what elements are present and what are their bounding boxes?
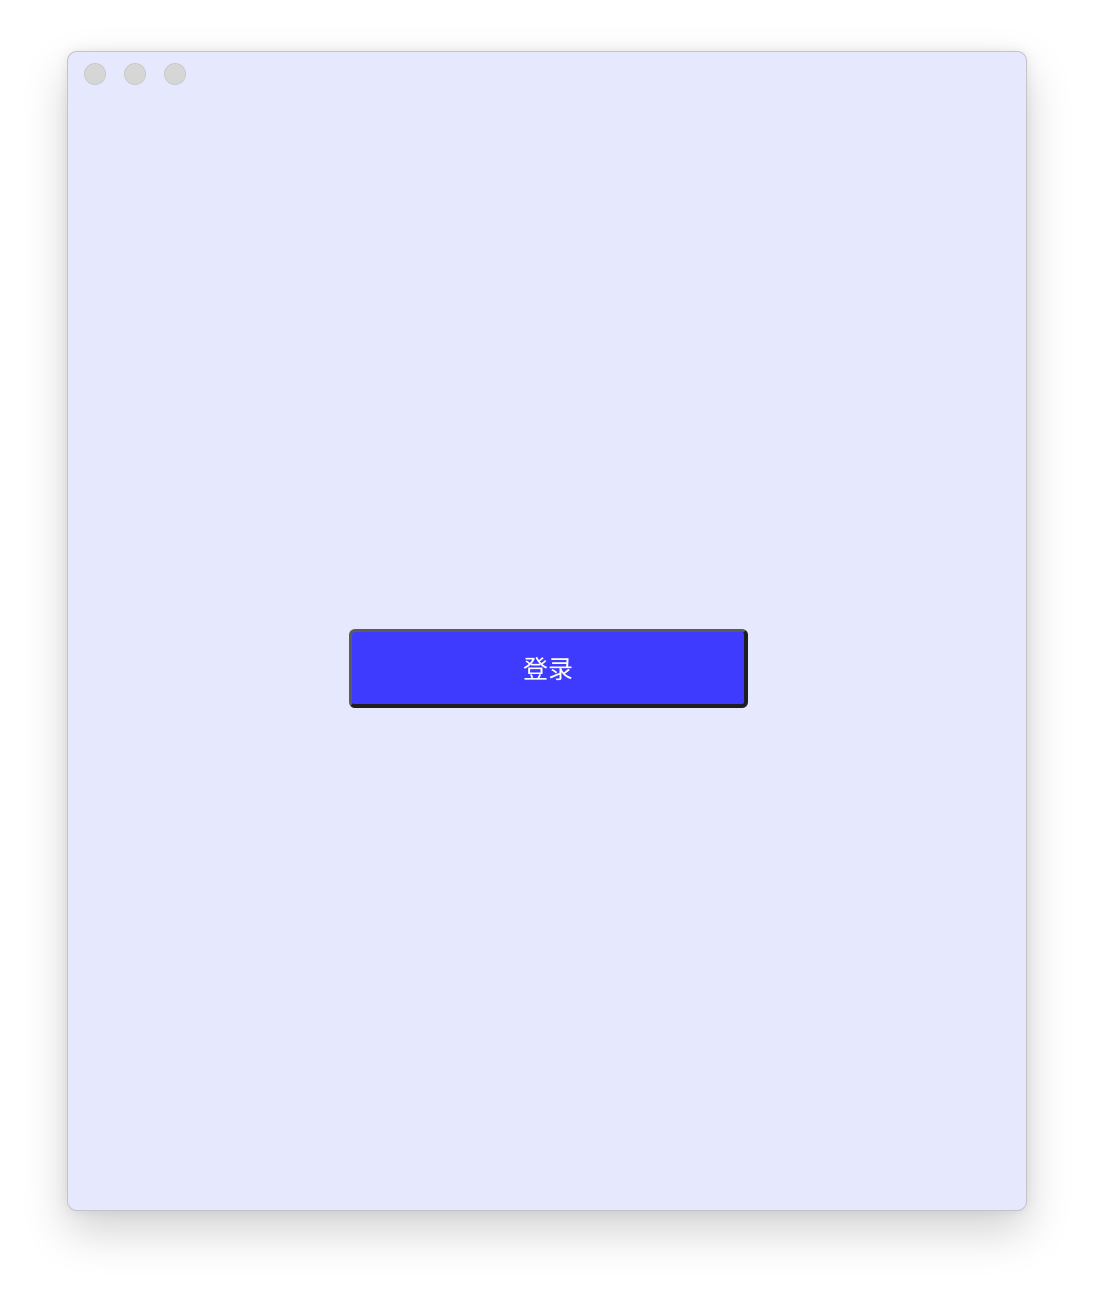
close-window-button[interactable] [84,63,106,85]
app-window: 登录 [67,51,1027,1211]
minimize-window-button[interactable] [124,63,146,85]
login-button[interactable]: 登录 [349,629,748,708]
maximize-window-button[interactable] [164,63,186,85]
